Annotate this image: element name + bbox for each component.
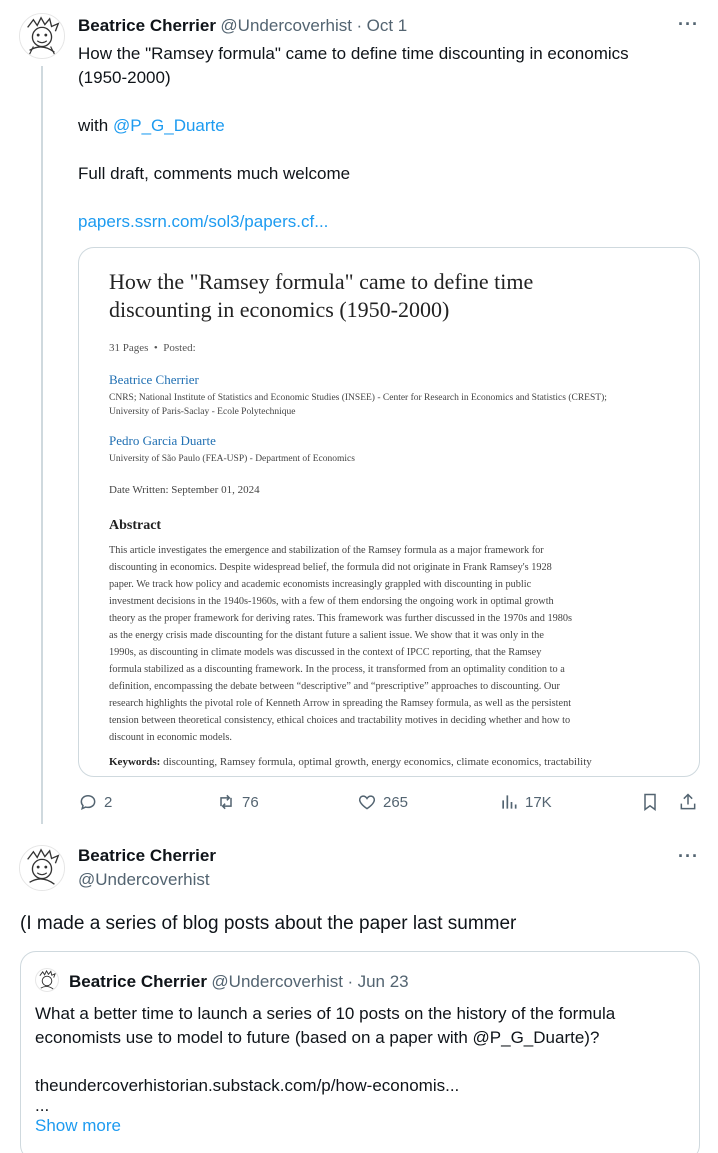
tweet-with-line: with @P_G_Duarte xyxy=(78,114,698,138)
reply-icon xyxy=(80,794,96,811)
affiliation-line-2: University of Paris-Saclay - Ecole Polyt… xyxy=(109,407,296,417)
author-1-affiliation: CNRS; National Institute of Statistics a… xyxy=(109,391,679,419)
paper-preview: How the "Ramsey formula" came to define … xyxy=(109,268,679,768)
display-name[interactable]: Beatrice Cherrier xyxy=(78,846,216,866)
more-dots-icon[interactable]: ··· xyxy=(678,846,699,867)
tweet-text: How the "Ramsey formula" came to define … xyxy=(78,42,698,234)
abstract-line: paper. We track how policy and academic … xyxy=(109,579,532,590)
tweet-date[interactable]: Oct 1 xyxy=(367,16,408,35)
retweet-button[interactable]: 76 xyxy=(216,792,259,812)
page-count: 31 Pages xyxy=(109,342,149,354)
reply-button[interactable]: 2 xyxy=(78,792,112,812)
keywords-label: Keywords: xyxy=(109,756,161,768)
separator-dot: · xyxy=(356,16,363,35)
quote-date: Jun 23 xyxy=(357,972,409,991)
paper-preview-card[interactable]: How the "Ramsey formula" came to define … xyxy=(78,247,700,777)
quoted-tweet[interactable]: Beatrice Cherrier @Undercoverhist · Jun … xyxy=(20,951,700,1153)
keywords: Keywords: discounting, Ramsey formula, o… xyxy=(109,756,679,768)
keywords-value: discounting, Ramsey formula, optimal gro… xyxy=(163,756,592,768)
paper-title-line-1: How the "Ramsey formula" came to define … xyxy=(109,269,534,294)
abstract-line: This article investigates the emergence … xyxy=(109,545,544,556)
more-dots-icon[interactable]: ··· xyxy=(678,14,699,35)
with-prefix: with xyxy=(78,116,113,135)
separator-dot: · xyxy=(347,972,354,991)
quote-header: Beatrice Cherrier @Undercoverhist · Jun … xyxy=(69,972,409,992)
handle[interactable]: @Undercoverhist xyxy=(220,16,352,35)
tweet-line-4: Full draft, comments much welcome xyxy=(78,164,351,183)
quote-line-2: economists use to model to future (based… xyxy=(35,1028,600,1047)
retweet-count: 76 xyxy=(242,793,259,811)
share-icon xyxy=(680,793,696,810)
tweet-header: Beatrice Cherrier @Undercoverhist · Oct … xyxy=(78,16,407,36)
tweet-action-bar: 2 76 265 17K xyxy=(78,792,700,816)
views-chart-icon xyxy=(502,795,517,809)
view-count: 17K xyxy=(525,793,552,811)
author-2-affiliation: University of São Paulo (FEA-USP) - Depa… xyxy=(109,454,355,464)
tweet-line-1: How the "Ramsey formula" came to define … xyxy=(78,44,629,63)
abstract-line: formula stabilized as a discounting fram… xyxy=(109,664,565,675)
abstract-line: theory as the proper framework for deriv… xyxy=(109,613,573,624)
tweet-header: Beatrice Cherrier @Undercoverhist xyxy=(78,846,216,890)
abstract-text: This article investigates the emergence … xyxy=(109,542,679,746)
abstract-line: 1990s, as discounting in climate models … xyxy=(109,647,542,658)
handle: @Undercoverhist xyxy=(211,972,344,991)
tweet-line-2: (1950-2000) xyxy=(78,68,171,87)
posted-label: Posted: xyxy=(163,342,196,354)
author-2: Pedro Garcia Duarte xyxy=(109,433,216,448)
avatar xyxy=(35,968,59,992)
abstract-line: tension between theoretical consistency,… xyxy=(109,715,571,726)
tweet-text: (I made a series of blog posts about the… xyxy=(20,913,517,934)
paper-meta: 31 Pages • Posted: xyxy=(109,342,679,354)
share-button[interactable] xyxy=(678,792,704,812)
quote-line-1: What a better time to launch a series of… xyxy=(35,1004,616,1023)
show-more-link[interactable]: Show more xyxy=(35,1114,685,1138)
abstract-line: investment decisions in the 1940s-1960s,… xyxy=(109,596,554,607)
abstract-line: research highlights the pivotal role of … xyxy=(109,698,572,709)
quote-ellipsis: ... xyxy=(35,1096,50,1115)
avatar[interactable] xyxy=(19,845,65,891)
avatar-illustration-icon xyxy=(20,14,64,58)
meta-bullet: • xyxy=(153,342,158,354)
paper-title-line-2: discounting in economics (1950-2000) xyxy=(109,297,450,322)
thread-connector-line xyxy=(41,66,43,824)
avatar-illustration-icon xyxy=(39,969,56,990)
like-count: 265 xyxy=(383,793,409,811)
author-1: Beatrice Cherrier xyxy=(109,372,199,387)
quote-link: theundercoverhistorian.substack.com/p/ho… xyxy=(35,1076,460,1095)
paper-link[interactable]: papers.ssrn.com/sol3/papers.cf... xyxy=(78,210,698,234)
reply-count: 2 xyxy=(104,793,113,811)
abstract-line: discount in economic models. xyxy=(109,732,232,743)
date-written: Date Written: September 01, 2024 xyxy=(109,484,260,496)
bookmark-icon xyxy=(644,793,656,811)
avatar-illustration-icon xyxy=(20,846,64,890)
quote-text: What a better time to launch a series of… xyxy=(35,1002,685,1138)
abstract-heading: Abstract xyxy=(109,518,162,533)
affiliation-line-1: CNRS; National Institute of Statistics a… xyxy=(109,393,607,403)
views-button[interactable]: 17K xyxy=(499,792,552,812)
abstract-line: definition, encompassing the debate betw… xyxy=(109,681,560,692)
like-button[interactable]: 265 xyxy=(357,792,408,812)
display-name[interactable]: Beatrice Cherrier xyxy=(78,16,216,35)
heart-icon xyxy=(358,795,376,810)
abstract-line: discounting in economics. Despite widesp… xyxy=(109,562,552,573)
bookmark-button[interactable] xyxy=(640,792,666,812)
paper-title: How the "Ramsey formula" came to define … xyxy=(109,268,679,324)
avatar[interactable] xyxy=(19,13,65,59)
retweet-icon xyxy=(220,794,232,810)
abstract-line: as the energy crisis made discounting fo… xyxy=(109,630,544,641)
mention-link[interactable]: @P_G_Duarte xyxy=(113,116,225,135)
handle[interactable]: @Undercoverhist xyxy=(78,870,216,890)
display-name: Beatrice Cherrier xyxy=(69,972,207,991)
